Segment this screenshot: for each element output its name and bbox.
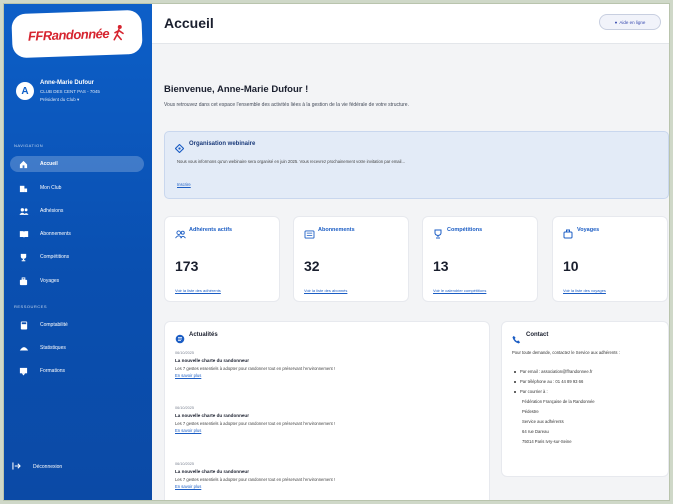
stat-card-voyages: Voyages 10 Voir la liste des voyages <box>552 216 668 302</box>
news-headline: La nouvelle charte du randonneur <box>175 469 250 474</box>
stat-card-adherents: Adhérents actifs 173 Voir la liste des a… <box>164 216 280 302</box>
stat-title: Adhérents actifs <box>189 227 233 233</box>
app-window: FFRandonnée A Anne-Marie Dufour CLUB DES… <box>3 3 670 501</box>
user-role-selector[interactable]: Président du Club ▾ <box>40 97 79 103</box>
stat-card-competitions: Compétitions 13 Voir le calendrier compé… <box>422 216 538 302</box>
sidebar-item-voyages[interactable]: Voyages <box>10 273 144 289</box>
stat-value: 32 <box>304 258 320 274</box>
sidebar: FFRandonnée A Anne-Marie Dufour CLUB DES… <box>4 4 152 500</box>
news-date: 06/10/2025 <box>175 351 195 355</box>
newspaper-icon <box>175 331 185 349</box>
welcome-heading: Bienvenue, Anne-Marie Dufour ! <box>164 84 309 95</box>
news-summary: Les 7 gestes essentiels à adopter pour r… <box>175 421 336 426</box>
logout-icon <box>12 462 21 472</box>
news-read-more-link[interactable]: En savoir plus <box>175 484 481 489</box>
list-item: 06/10/2025 La nouvelle charte du randonn… <box>175 406 481 433</box>
sidebar-item-adhesions[interactable]: Adhésions <box>10 203 144 219</box>
trophy-icon <box>18 253 29 262</box>
address-line: Pédestre <box>522 409 539 414</box>
webinar-register-link[interactable]: Inscrire <box>177 182 191 187</box>
suitcase-icon <box>18 276 29 286</box>
news-summary: Les 7 gestes essentiels à adopter pour r… <box>175 366 336 371</box>
resources-section-heading: RESSOURCES <box>14 304 48 309</box>
address-line: 64 rue Dareau <box>522 429 549 434</box>
webinar-icon <box>174 140 185 158</box>
stat-title: Abonnements <box>318 227 355 233</box>
sidebar-item-accueil[interactable]: Accueil <box>10 156 144 172</box>
sidebar-item-abonnements[interactable]: Abonnements <box>10 226 144 242</box>
chart-icon <box>18 344 29 353</box>
news-date: 06/10/2025 <box>175 462 195 466</box>
webinar-title: Organisation webinaire <box>189 141 256 147</box>
building-icon <box>18 184 29 193</box>
home-icon <box>18 160 29 169</box>
users-icon <box>18 207 29 216</box>
sidebar-item-comptabilite[interactable]: Comptabilité <box>10 317 144 333</box>
user-profile[interactable]: A Anne-Marie Dufour CLUB DES CENT PAS - … <box>16 78 146 118</box>
stat-value: 13 <box>433 258 449 274</box>
news-read-more-link[interactable]: En savoir plus <box>175 428 481 433</box>
stat-link[interactable]: Voir la liste des adhérents <box>175 288 221 293</box>
welcome-intro: Vous retrouvez dans cet espace l'ensembl… <box>164 102 409 108</box>
news-title: Actualités <box>189 332 218 338</box>
walker-icon <box>113 24 124 41</box>
help-button[interactable]: ● Aide en ligne <box>599 14 661 30</box>
stat-title: Compétitions <box>447 227 483 233</box>
news-date: 06/10/2025 <box>175 406 195 410</box>
calculator-icon <box>18 320 29 330</box>
logout-button[interactable]: Déconnexion <box>12 462 62 472</box>
top-bar: Accueil ● Aide en ligne <box>152 4 669 44</box>
list-item: 06/10/2025 La nouvelle charte du randonn… <box>175 462 481 489</box>
address-line: 75014 Paris Ivry-sur-Seine <box>522 439 572 444</box>
avatar: A <box>16 82 34 100</box>
news-read-more-link[interactable]: En savoir plus <box>175 373 481 378</box>
book-icon <box>304 226 315 244</box>
news-panel: Actualités 06/10/2025 La nouvelle charte… <box>164 321 490 500</box>
sidebar-item-statistiques[interactable]: Statistiques <box>10 340 144 356</box>
logo-text: FFRandonnée <box>27 25 110 44</box>
stat-card-abonnements: Abonnements 32 Voir la liste des abonnés <box>293 216 409 302</box>
user-organization: CLUB DES CENT PAS - 7045 <box>40 89 100 94</box>
stat-link[interactable]: Voir la liste des abonnés <box>304 288 347 293</box>
help-icon: ● <box>614 19 618 25</box>
phone-icon <box>512 331 521 349</box>
stat-link[interactable]: Voir le calendrier compétitions <box>433 288 486 293</box>
stat-value: 173 <box>175 258 199 274</box>
webinar-banner: Organisation webinaire Nous vous informo… <box>164 131 669 199</box>
page-title: Accueil <box>164 15 214 31</box>
news-headline: La nouvelle charte du randonneur <box>175 413 250 418</box>
federation-logo[interactable]: FFRandonnée <box>11 9 143 59</box>
webinar-text: Nous vous informons qu'un webinaire sera… <box>177 159 405 164</box>
news-headline: La nouvelle charte du randonneur <box>175 358 250 363</box>
user-name: Anne-Marie Dufour <box>40 80 94 86</box>
stat-value: 10 <box>563 258 579 274</box>
address-line: Service aux adhérents <box>522 419 564 424</box>
contact-title: Contact <box>526 332 549 338</box>
suitcase-icon <box>563 226 573 244</box>
users-icon <box>175 226 186 244</box>
sidebar-item-competitions[interactable]: Compétitions <box>10 249 144 265</box>
news-summary: Les 7 gestes essentiels à adopter pour r… <box>175 477 336 482</box>
sidebar-item-mon-club[interactable]: Mon Club <box>10 180 144 196</box>
nav-section-heading: NAVIGATION <box>14 143 44 148</box>
main-content: Bienvenue, Anne-Marie Dufour ! Vous retr… <box>152 44 669 500</box>
sidebar-item-formations[interactable]: Formations <box>10 363 144 379</box>
stat-title: Voyages <box>577 227 600 233</box>
book-icon <box>18 230 29 239</box>
graduation-icon <box>18 367 29 376</box>
contact-phone[interactable]: Par téléphone au : 01 44 89 93 66 <box>514 379 583 384</box>
contact-email[interactable]: Par email : association@ffrandonnee.fr <box>514 369 592 374</box>
stat-link[interactable]: Voir la liste des voyages <box>563 288 606 293</box>
contact-intro: Pour toute demande, contactez le Service… <box>512 350 620 355</box>
contact-panel: Contact Pour toute demande, contactez le… <box>501 321 669 477</box>
contact-mail: Par courrier à : <box>514 389 548 394</box>
list-item: 06/10/2025 La nouvelle charte du randonn… <box>175 351 481 378</box>
chevron-down-icon: ▾ <box>77 97 80 102</box>
trophy-icon <box>433 226 443 244</box>
address-line: Fédération Française de la Randonnée <box>522 399 595 404</box>
